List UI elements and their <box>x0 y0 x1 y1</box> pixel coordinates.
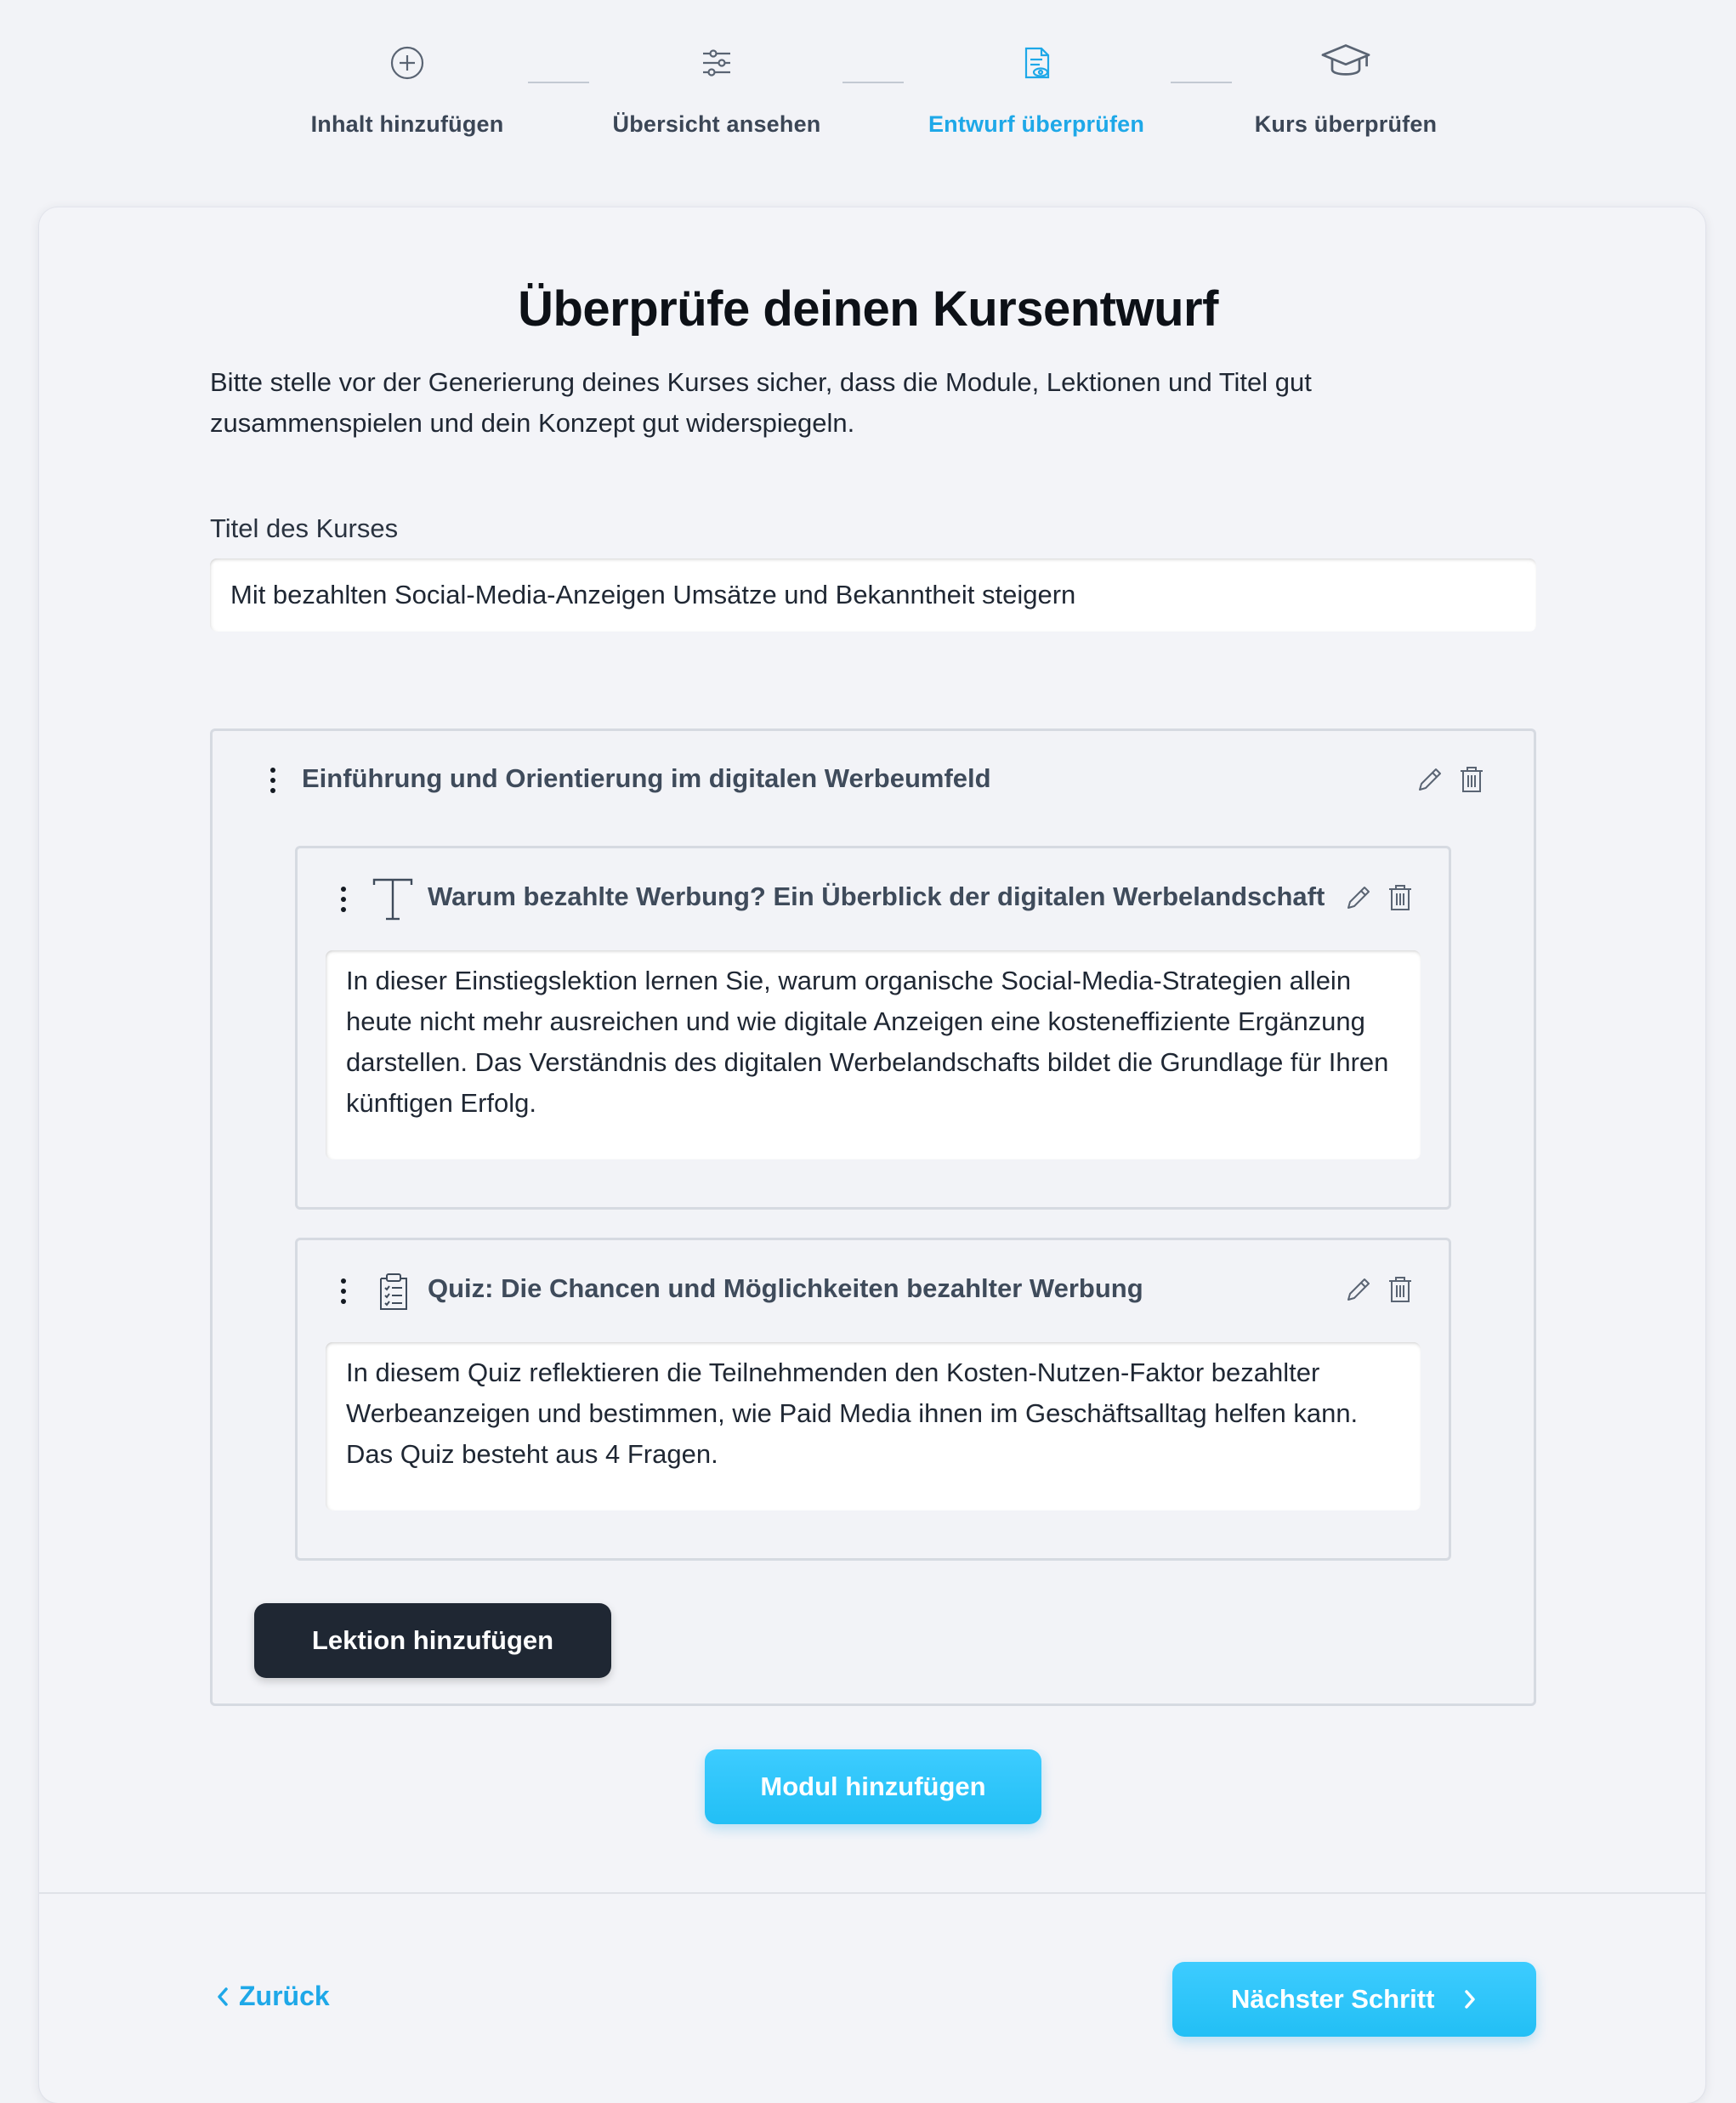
add-lesson-button[interactable]: Lektion hinzufügen <box>254 1603 611 1678</box>
back-label: Zurück <box>239 1981 330 2011</box>
page-intro: Bitte stelle vor der Generierung deines … <box>210 367 1312 438</box>
footer-divider <box>39 1892 1705 1894</box>
document-review-icon <box>1024 47 1050 79</box>
step-label: Übersicht ansehen <box>612 111 821 137</box>
course-title-label: Titel des Kurses <box>210 513 399 543</box>
lesson-drag-handle-icon[interactable] <box>341 887 348 917</box>
next-step-button[interactable]: Nächster Schritt <box>1172 1962 1536 2037</box>
edit-lesson-pencil-icon[interactable] <box>1343 1274 1374 1305</box>
lesson-description-field[interactable]: In diesem Quiz reflektieren die Teilnehm… <box>326 1342 1421 1511</box>
chevron-left-icon <box>215 1981 230 2012</box>
module-title: Einführung und Orientierung im digitalen… <box>302 763 991 793</box>
sliders-icon <box>703 49 730 77</box>
edit-lesson-pencil-icon[interactable] <box>1343 882 1374 913</box>
edit-module-pencil-icon[interactable] <box>1415 764 1445 795</box>
delete-module-trash-icon[interactable] <box>1456 764 1487 795</box>
plus-circle-icon <box>390 46 424 80</box>
graduation-cap-icon <box>1321 44 1370 76</box>
module-drag-handle-icon[interactable] <box>270 768 277 798</box>
lesson-title: Warum bezahlte Werbung? Ein Überblick de… <box>428 881 1325 911</box>
page-title: Überprüfe deinen Kursentwurf <box>518 281 1218 337</box>
lesson-title: Quiz: Die Chancen und Möglichkeiten beza… <box>428 1273 1143 1303</box>
chevron-right-icon <box>1462 1962 1478 2037</box>
text-icon <box>372 878 413 921</box>
course-title-input[interactable]: Mit bezahlten Social-Media-Anzeigen Umsä… <box>210 558 1536 632</box>
lesson-description-field[interactable]: In dieser Einstiegslektion lernen Sie, w… <box>326 950 1421 1159</box>
next-step-label: Nächster Schritt <box>1230 1984 1435 2014</box>
step-label: Inhalt hinzufügen <box>310 111 504 137</box>
step-connector <box>1171 82 1232 83</box>
add-module-button[interactable]: Modul hinzufügen <box>705 1749 1041 1824</box>
step-connector <box>842 82 904 83</box>
lesson-drag-handle-icon[interactable] <box>341 1278 348 1309</box>
quiz-icon <box>380 1273 407 1310</box>
delete-lesson-trash-icon[interactable] <box>1385 882 1415 913</box>
back-link[interactable]: Zurück <box>215 1981 330 2012</box>
step-label: Entwurf überprüfen <box>928 111 1145 137</box>
delete-lesson-trash-icon[interactable] <box>1385 1274 1415 1305</box>
progress-stepper: Inhalt hinzufügen Übersicht ansehen Entw… <box>0 0 1736 170</box>
step-connector <box>528 82 589 83</box>
step-label: Kurs überprüfen <box>1254 111 1438 137</box>
